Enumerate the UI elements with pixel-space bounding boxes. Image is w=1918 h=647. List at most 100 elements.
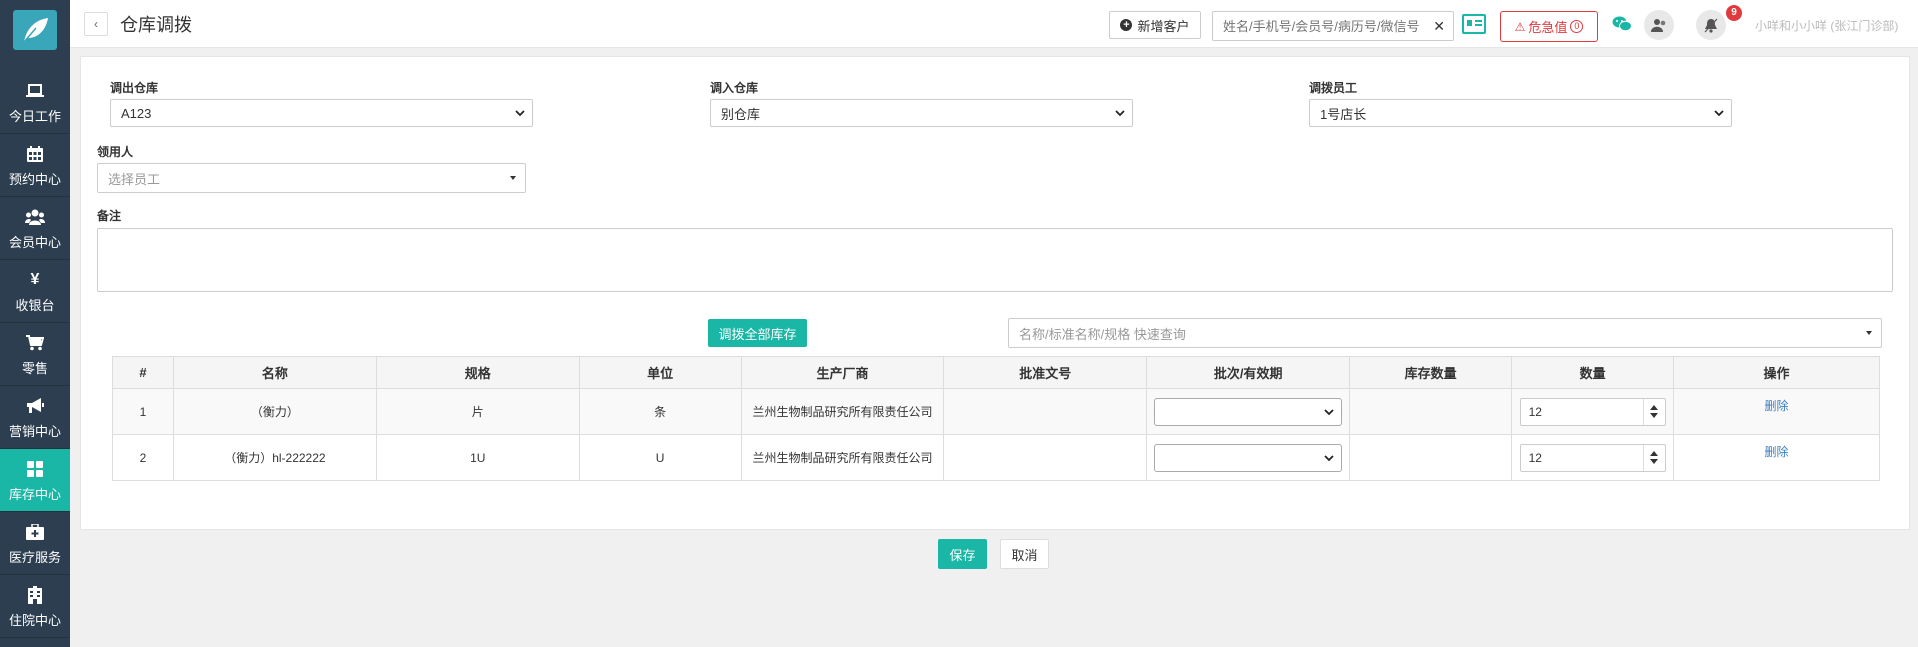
item-name: （衡力）: [172, 388, 377, 435]
building-icon: [28, 584, 42, 606]
sidebar-item-marketing[interactable]: 营销中心: [0, 386, 70, 449]
caret-down-icon: [510, 176, 516, 180]
receiver-label: 领用人: [97, 145, 134, 159]
critical-value-count: 0: [1570, 20, 1584, 33]
users-icon: [25, 206, 45, 228]
out-warehouse-label: 调出仓库: [110, 81, 159, 95]
quantity-stepper[interactable]: 12: [1519, 397, 1666, 426]
top-header: ‹ 仓库调拨 + 新增客户 ✕ ⚠ 危急值 0 9 小咩和小小咩 (张江门诊部): [70, 0, 1918, 48]
column-header: 规格: [375, 356, 580, 389]
column-header: 操作: [1673, 356, 1880, 389]
sidebar-item-retail[interactable]: 零售: [0, 323, 70, 386]
notification-badge: 9: [1726, 5, 1742, 21]
quantity-stepper[interactable]: 12: [1519, 443, 1666, 472]
chevron-down-icon: [1324, 408, 1334, 415]
delete-link[interactable]: 删除: [1674, 443, 1879, 460]
sidebar-item-medical[interactable]: 医疗服务: [0, 512, 70, 575]
app-logo[interactable]: [0, 0, 70, 60]
table-row: 2 （衡力）hl-222222 1U U 兰州生物制品研究所有限责任公司 12: [112, 434, 1880, 481]
wechat-icon[interactable]: [1612, 16, 1632, 32]
receiver-select[interactable]: 选择员工: [97, 163, 526, 193]
spinner[interactable]: [1642, 398, 1665, 425]
item-stock: [1349, 388, 1513, 435]
sidebar-item-label: 零售: [21, 360, 48, 376]
add-customer-button[interactable]: + 新增客户: [1109, 11, 1201, 39]
column-header: 生产厂商: [740, 356, 945, 389]
warning-icon: ⚠: [1514, 19, 1526, 34]
spin-up-icon[interactable]: [1650, 451, 1659, 456]
sidebar-item-label: 今日工作: [8, 108, 61, 124]
item-spec: 1U: [375, 434, 580, 481]
add-customer-label: 新增客户: [1137, 18, 1190, 34]
sidebar-item-inventory[interactable]: 库存中心: [0, 449, 70, 512]
staff-label: 调拨员工: [1309, 81, 1358, 95]
grid-icon: [27, 458, 43, 480]
item-unit: U: [578, 434, 742, 481]
chevron-down-icon: [1324, 454, 1334, 461]
column-header: 批准文号: [943, 356, 1148, 389]
remark-textarea[interactable]: [97, 228, 1893, 292]
cancel-button[interactable]: 取消: [1000, 539, 1049, 569]
column-header: 名称: [172, 356, 377, 389]
transfer-all-button[interactable]: 调拨全部库存: [708, 319, 807, 347]
id-card-icon[interactable]: [1462, 14, 1486, 34]
sidebar: 今日工作 预约中心 会员中心 ¥ 收银台 零售 营销中心 库存中心 医疗服务 住…: [0, 0, 70, 647]
megaphone-icon: [26, 395, 44, 417]
spin-up-icon[interactable]: [1650, 405, 1659, 410]
spin-down-icon[interactable]: [1650, 459, 1659, 464]
medkit-icon: [26, 521, 44, 543]
spin-down-icon[interactable]: [1650, 413, 1659, 418]
out-warehouse-value: A123: [121, 105, 152, 121]
chevron-down-icon: [1115, 110, 1125, 117]
quick-search-select[interactable]: 名称/标准名称/规格 快速查询: [1008, 318, 1882, 348]
item-approval: [943, 388, 1148, 435]
page-title: 仓库调拨: [120, 15, 192, 35]
sidebar-item-label: 收银台: [15, 297, 55, 313]
quick-search-placeholder: 名称/标准名称/规格 快速查询: [1019, 326, 1186, 342]
qty-cell: 12: [1511, 388, 1675, 435]
batch-select[interactable]: [1154, 397, 1343, 426]
remark-label: 备注: [97, 209, 122, 223]
bell-icon[interactable]: [1696, 10, 1726, 40]
sidebar-item-label: 营销中心: [8, 423, 61, 439]
plus-circle-icon: +: [1120, 19, 1133, 31]
leaf-logo-icon: [13, 10, 57, 50]
back-button[interactable]: ‹: [84, 12, 108, 36]
column-header: #: [112, 356, 174, 389]
critical-value-label: 危急值: [1528, 20, 1568, 35]
item-maker: 兰州生物制品研究所有限责任公司: [740, 388, 945, 435]
sidebar-item-today-work[interactable]: 今日工作: [0, 71, 70, 134]
sidebar-item-members[interactable]: 会员中心: [0, 197, 70, 260]
in-warehouse-select[interactable]: 别仓库: [710, 99, 1133, 127]
cart-icon: [26, 332, 44, 354]
sidebar-item-inpatient[interactable]: 住院中心: [0, 575, 70, 638]
spinner[interactable]: [1642, 444, 1665, 471]
save-button[interactable]: 保存: [938, 539, 987, 569]
in-warehouse-value: 别仓库: [721, 106, 761, 122]
clear-icon[interactable]: ✕: [1433, 18, 1445, 35]
sidebar-item-appointment[interactable]: 预约中心: [0, 134, 70, 197]
quantity-value: 12: [1528, 404, 1542, 419]
chevron-down-icon: [515, 110, 525, 117]
critical-value-button[interactable]: ⚠ 危急值 0: [1500, 11, 1598, 42]
item-stock: [1349, 434, 1513, 481]
quantity-value: 12: [1528, 450, 1542, 465]
user-group-icon[interactable]: [1644, 10, 1674, 40]
column-header: 数量: [1511, 356, 1675, 389]
table-header-row: # 名称 规格 单位 生产厂商 批准文号 批次/有效期 库存数量 数量 操作: [112, 356, 1880, 389]
sidebar-item-label: 医疗服务: [8, 549, 61, 565]
sidebar-item-label: 库存中心: [8, 486, 61, 502]
column-header: 库存数量: [1349, 356, 1513, 389]
delete-link[interactable]: 删除: [1674, 397, 1879, 414]
batch-cell: [1146, 434, 1351, 481]
items-table: # 名称 规格 单位 生产厂商 批准文号 批次/有效期 库存数量 数量 操作 1…: [112, 356, 1880, 481]
item-name: （衡力）hl-222222: [172, 434, 377, 481]
batch-cell: [1146, 388, 1351, 435]
op-cell: 删除: [1673, 434, 1880, 481]
batch-select[interactable]: [1154, 443, 1343, 472]
user-name[interactable]: 小咩和小小咩 (张江门诊部): [1755, 17, 1898, 34]
staff-select[interactable]: 1号店长: [1309, 99, 1732, 127]
customer-search-input[interactable]: [1213, 12, 1423, 40]
sidebar-item-cashier[interactable]: ¥ 收银台: [0, 260, 70, 323]
out-warehouse-select[interactable]: A123: [110, 99, 533, 127]
